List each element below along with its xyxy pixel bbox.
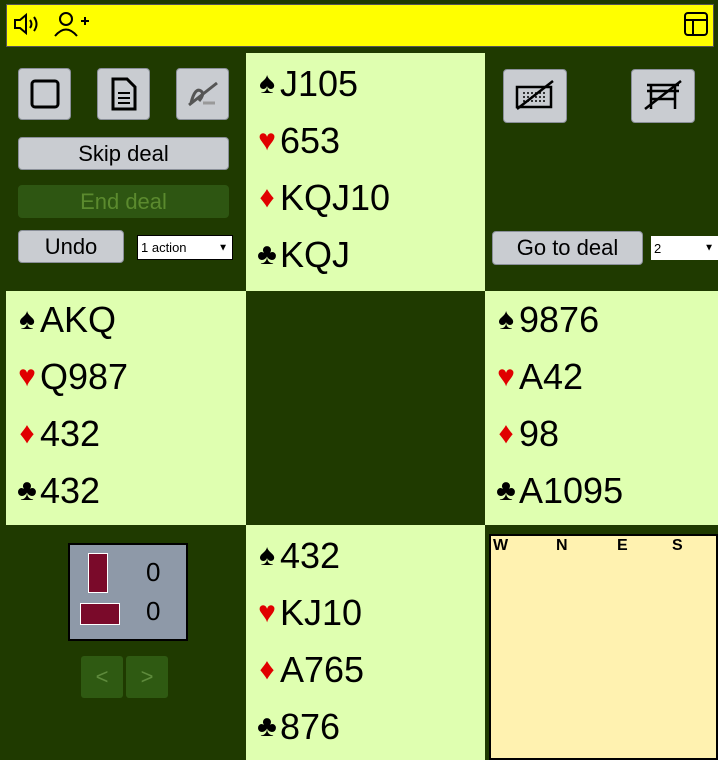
auction-panel: W N E S xyxy=(485,525,718,760)
end-deal-button: End deal xyxy=(18,185,229,218)
south-diamonds[interactable]: A765 xyxy=(280,642,364,698)
north-spades-row: ♠ J105 xyxy=(254,55,485,112)
diamond-icon: ♦ xyxy=(19,416,35,450)
keyboard-off-button[interactable] xyxy=(503,69,567,123)
go-to-deal-button[interactable]: Go to deal xyxy=(492,231,643,265)
west-spades[interactable]: AKQ xyxy=(40,292,116,348)
diamond-icon: ♦ xyxy=(259,180,275,214)
west-clubs[interactable]: 432 xyxy=(40,463,100,519)
east-diamonds[interactable]: 98 xyxy=(519,406,559,462)
west-diamonds[interactable]: 432 xyxy=(40,406,100,462)
chevron-left-icon: < xyxy=(95,664,109,689)
south-diamonds-row: ♦ A765 xyxy=(254,641,485,698)
north-spades[interactable]: J105 xyxy=(280,56,358,112)
square-icon xyxy=(30,79,59,109)
west-clubs-row: ♣ 432 xyxy=(14,462,246,519)
ns-tricks: 0 xyxy=(146,557,161,587)
club-icon: ♣ xyxy=(257,237,277,271)
horizontal-card-icon xyxy=(80,603,120,625)
south-spades-row: ♠ 432 xyxy=(254,527,485,584)
west-hearts-row: ♥ Q987 xyxy=(14,348,246,405)
spade-icon: ♠ xyxy=(498,302,514,336)
north-diamonds-row: ♦ KQJ10 xyxy=(254,169,485,226)
top-bar xyxy=(0,0,718,53)
document-button[interactable] xyxy=(97,68,150,120)
north-hearts[interactable]: 653 xyxy=(280,113,340,169)
deal-number-value: 2 xyxy=(654,240,662,256)
top-toolbar xyxy=(6,4,714,47)
auction-box: W N E S xyxy=(489,534,718,760)
spade-icon: ♠ xyxy=(259,66,275,100)
undo-button[interactable]: Undo xyxy=(18,230,124,263)
auction-header-w: W xyxy=(493,537,509,554)
table-off-button[interactable] xyxy=(631,69,695,123)
north-hand: ♠ J105 ♥ 653 ♦ KQJ10 ♣ KQJ xyxy=(246,53,485,291)
add-user-icon[interactable] xyxy=(54,10,92,38)
heart-icon: ♥ xyxy=(18,359,36,393)
heart-icon: ♥ xyxy=(497,359,515,393)
table-center xyxy=(246,291,485,525)
west-hand: ♠ AKQ ♥ Q987 ♦ 432 ♣ 432 xyxy=(6,291,246,525)
south-hearts-row: ♥ KJ10 xyxy=(254,584,485,641)
undo-count-select[interactable]: 1 action ▼ xyxy=(137,235,233,260)
keyboard-off-icon xyxy=(515,80,554,110)
speaker-icon[interactable] xyxy=(12,10,42,38)
north-clubs[interactable]: KQJ xyxy=(280,227,350,283)
heart-icon: ♥ xyxy=(258,595,276,629)
document-icon xyxy=(111,77,136,111)
square-button[interactable] xyxy=(18,68,71,120)
west-diamonds-row: ♦ 432 xyxy=(14,405,246,462)
east-hearts[interactable]: A42 xyxy=(519,349,583,405)
south-hand: ♠ 432 ♥ KJ10 ♦ A765 ♣ 876 xyxy=(246,525,485,760)
north-clubs-row: ♣ KQJ xyxy=(254,226,485,283)
vertical-card-icon xyxy=(88,553,108,593)
chevron-down-icon: ▼ xyxy=(704,242,714,254)
south-clubs[interactable]: 876 xyxy=(280,699,340,755)
heart-icon: ♥ xyxy=(258,123,276,157)
undo-count-value: 1 action xyxy=(141,240,187,255)
south-clubs-row: ♣ 876 xyxy=(254,698,485,755)
east-hearts-row: ♥ A42 xyxy=(493,348,718,405)
east-spades-row: ♠ 9876 xyxy=(493,291,718,348)
east-spades[interactable]: 9876 xyxy=(519,292,599,348)
table-off-icon xyxy=(644,80,682,110)
next-button[interactable]: > xyxy=(126,656,168,698)
score-panel: 0 0 < > xyxy=(6,525,246,760)
diamond-icon: ♦ xyxy=(259,652,275,686)
auction-header-n: N xyxy=(556,537,568,554)
north-diamonds[interactable]: KQJ10 xyxy=(280,170,390,226)
auction-header-s: S xyxy=(672,537,683,554)
chevron-right-icon: > xyxy=(140,664,154,689)
east-clubs-row: ♣ A1095 xyxy=(493,462,718,519)
south-hearts[interactable]: KJ10 xyxy=(280,585,362,641)
club-icon: ♣ xyxy=(257,709,277,743)
ew-tricks: 0 xyxy=(146,596,161,626)
chevron-down-icon: ▼ xyxy=(218,242,228,253)
scribble-icon xyxy=(187,81,218,107)
scribble-button[interactable] xyxy=(176,68,229,120)
spade-icon: ♠ xyxy=(259,538,275,572)
west-hearts[interactable]: Q987 xyxy=(40,349,128,405)
skip-deal-button[interactable]: Skip deal xyxy=(18,137,229,170)
prev-button[interactable]: < xyxy=(81,656,123,698)
trick-counter: 0 0 xyxy=(68,543,188,641)
east-diamonds-row: ♦ 98 xyxy=(493,405,718,462)
north-hearts-row: ♥ 653 xyxy=(254,112,485,169)
deal-controls-panel: Go to deal 2 ▼ xyxy=(485,53,718,291)
club-icon: ♣ xyxy=(496,473,516,507)
spade-icon: ♠ xyxy=(19,302,35,336)
east-clubs[interactable]: A1095 xyxy=(519,463,623,519)
deal-number-select[interactable]: 2 ▼ xyxy=(651,236,718,260)
club-icon: ♣ xyxy=(17,473,37,507)
diamond-icon: ♦ xyxy=(498,416,514,450)
layout-icon[interactable] xyxy=(683,10,709,38)
auction-header-e: E xyxy=(617,537,628,554)
south-spades[interactable]: 432 xyxy=(280,528,340,584)
west-spades-row: ♠ AKQ xyxy=(14,291,246,348)
east-hand: ♠ 9876 ♥ A42 ♦ 98 ♣ A1095 xyxy=(485,291,718,525)
control-panel: Skip deal End deal Undo 1 action ▼ xyxy=(6,53,246,291)
